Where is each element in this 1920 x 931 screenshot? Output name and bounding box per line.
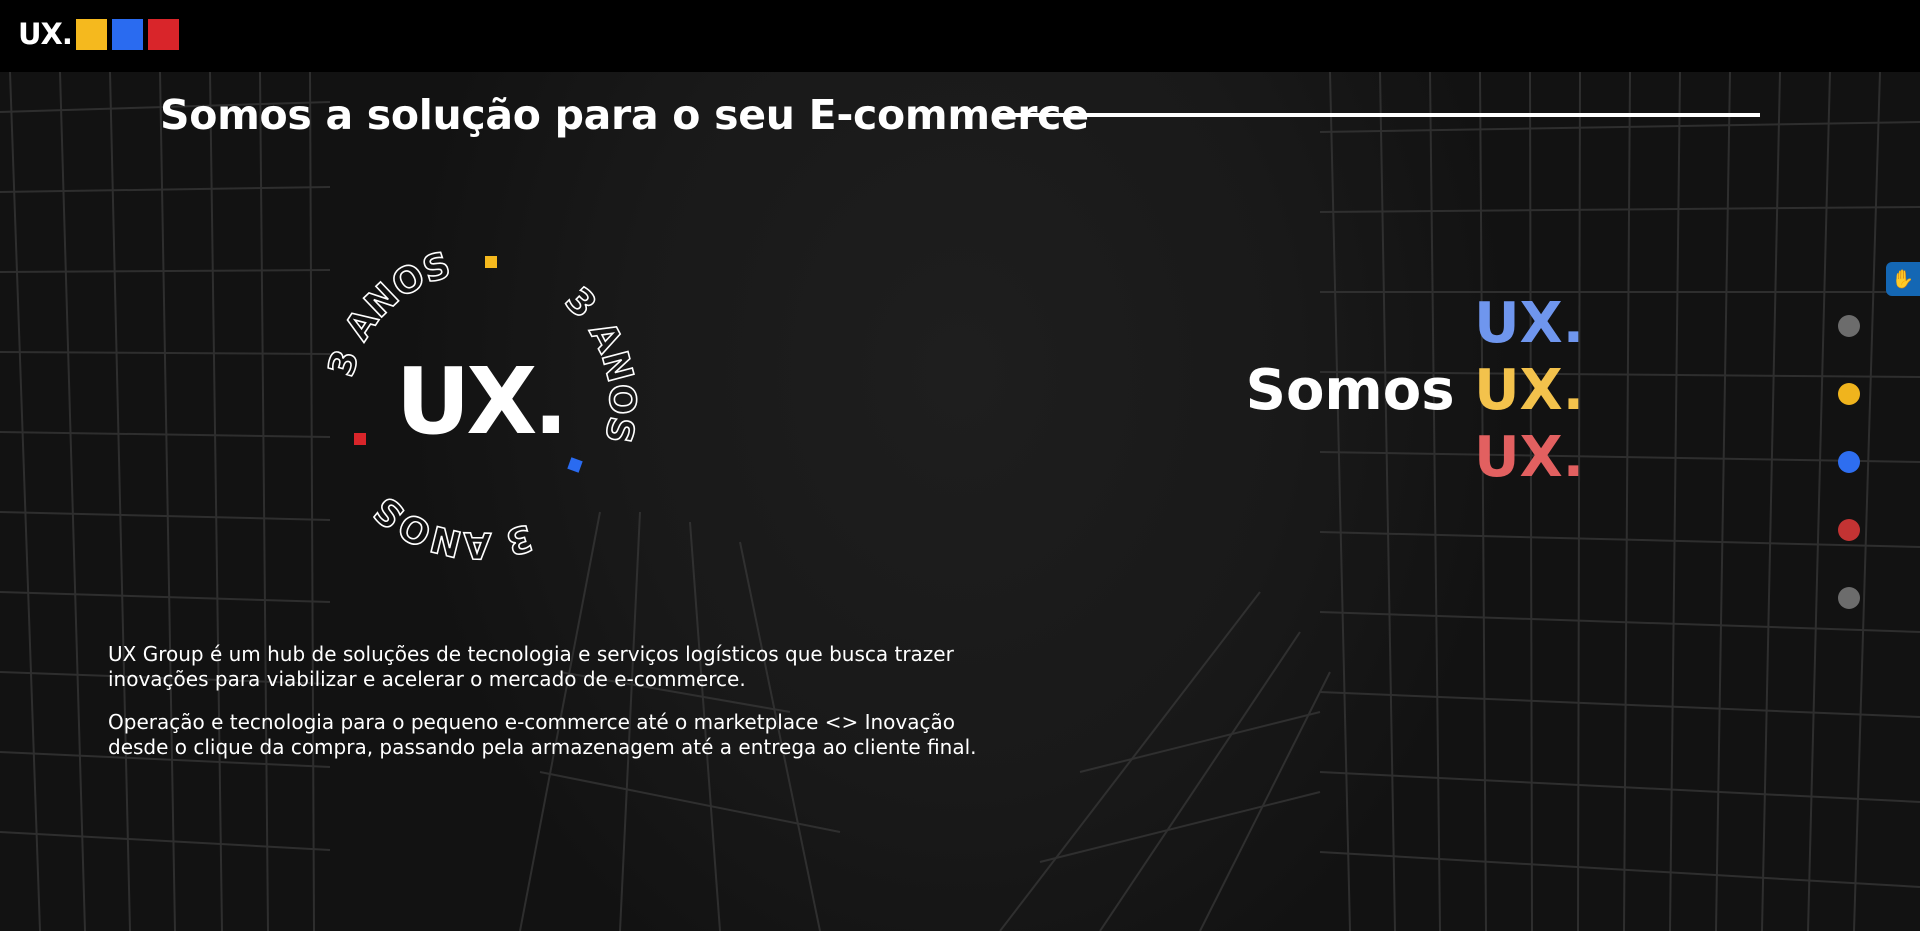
section-nav-dots: [1838, 315, 1860, 655]
page-title: Somos a solução para o seu E-commerce: [160, 91, 1089, 139]
nav-dot-4[interactable]: [1838, 519, 1860, 541]
badge-ring-text-3: 3 ANOS: [366, 488, 537, 563]
sign-language-icon: ✋: [1891, 268, 1915, 290]
building-grid-illustration: [0, 72, 1920, 931]
about-paragraph-1: UX Group é um hub de soluções de tecnolo…: [108, 642, 954, 691]
tagline-line-1: UX.: [1246, 290, 1584, 357]
nav-dot-2[interactable]: [1838, 383, 1860, 405]
logo-yellow-square: [75, 19, 107, 50]
hero-background: [0, 72, 1920, 931]
tagline-ux-yellow: UX.: [1474, 358, 1584, 423]
nav-dot-3[interactable]: [1838, 451, 1860, 473]
badge-blue-marker: [567, 457, 583, 473]
tagline-ux-blue: UX.: [1474, 291, 1584, 356]
tagline-line-3: UX.: [1246, 424, 1584, 491]
logo-text: UX.: [18, 17, 73, 51]
badge-center-text: UX.: [396, 348, 565, 455]
title-divider: [993, 113, 1760, 117]
about-section: UX Group é um hub de soluções de tecnolo…: [108, 642, 988, 778]
badge-red-marker: [354, 433, 366, 445]
nav-dot-1[interactable]: [1838, 315, 1860, 337]
logo-blue-square: [111, 19, 143, 50]
badge-yellow-marker: [485, 256, 497, 268]
accessibility-button[interactable]: ✋: [1886, 262, 1920, 296]
top-navigation-bar: UX.: [0, 0, 1920, 72]
tagline-ux-red: UX.: [1474, 425, 1584, 490]
rotating-tagline: UX. Somos UX. UX.: [1246, 290, 1584, 491]
about-paragraph-2: Operação e tecnologia para o pequeno e-c…: [108, 710, 977, 759]
badge-ring-text-2: 3 ANOS: [557, 280, 640, 447]
logo-red-square: [147, 19, 179, 50]
nav-dot-5[interactable]: [1838, 587, 1860, 609]
tagline-line-2: Somos UX.: [1246, 357, 1584, 424]
tagline-prefix: Somos: [1245, 358, 1455, 423]
brand-logo[interactable]: UX.: [18, 18, 184, 51]
three-years-badge: 3 ANOS 3 ANOS 3 ANOS UX.: [320, 244, 640, 563]
